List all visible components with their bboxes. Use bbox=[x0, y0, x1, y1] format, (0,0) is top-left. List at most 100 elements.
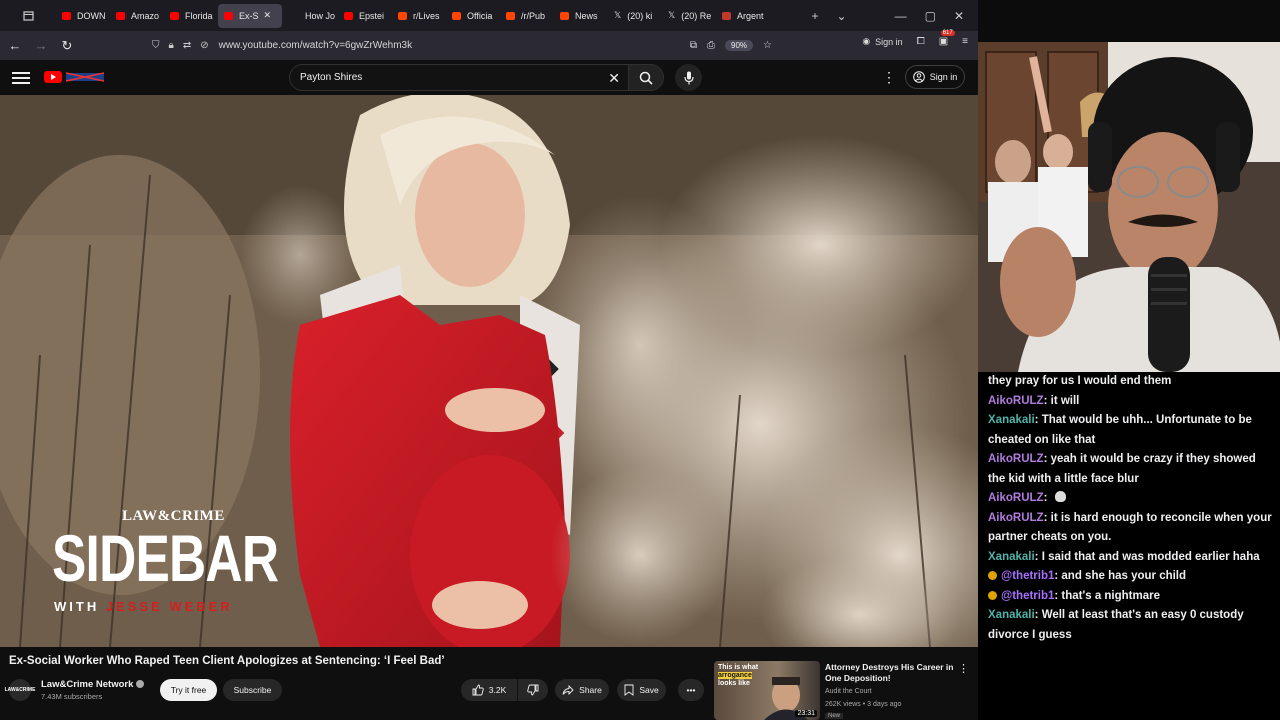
youtube-signin-button[interactable]: Sign in bbox=[905, 65, 965, 89]
browser-tab[interactable]: Epstei bbox=[338, 4, 390, 28]
channel-avatar[interactable]: LAW&CRIME bbox=[5, 679, 35, 701]
chat-username[interactable]: Xanakali bbox=[988, 609, 1035, 621]
recommended-channel-name[interactable]: Audit the Court bbox=[825, 688, 872, 695]
tab-favicon-icon bbox=[506, 11, 515, 20]
tab-favicon-icon bbox=[290, 11, 299, 20]
reload-button[interactable]: ↻ bbox=[54, 33, 80, 59]
app-menu-icon[interactable]: ≡ bbox=[962, 36, 968, 47]
browser-tab[interactable]: Ex-S ✕ bbox=[218, 3, 282, 28]
tab-overview-button[interactable] bbox=[0, 0, 56, 31]
chat-username[interactable]: AikoRULZ bbox=[988, 395, 1044, 407]
tab-favicon-icon bbox=[344, 11, 353, 20]
permissions-icon[interactable]: ⇄ bbox=[183, 40, 191, 51]
close-tab-icon[interactable]: ✕ bbox=[264, 10, 272, 21]
chat-username[interactable]: AikoRULZ bbox=[988, 492, 1044, 504]
dislike-button[interactable] bbox=[518, 679, 548, 701]
youtube-logo[interactable] bbox=[44, 70, 108, 84]
close-window-button[interactable]: ✕ bbox=[954, 9, 964, 23]
recommended-more-icon[interactable]: ⋮ bbox=[958, 662, 969, 675]
subscribe-button[interactable]: Subscribe bbox=[223, 679, 282, 701]
chat-username[interactable]: AikoRULZ bbox=[988, 512, 1044, 524]
shield-icon[interactable]: ⛉ bbox=[152, 40, 160, 51]
extensions-icon[interactable]: ⧠ bbox=[917, 36, 925, 47]
recommended-video-thumbnail[interactable]: This is what arrogance looks like 23:31 bbox=[714, 661, 820, 720]
minimize-button[interactable]: — bbox=[895, 9, 907, 23]
chat-message: @thetrib1: and she has your child bbox=[988, 567, 1276, 587]
chat-message: AikoRULZ: yeah it would be crazy if they… bbox=[988, 450, 1276, 489]
browser-tab[interactable]: /r/Pub bbox=[500, 4, 552, 28]
chat-username[interactable]: AikoRULZ bbox=[988, 453, 1044, 465]
share-button[interactable]: Share bbox=[555, 679, 609, 701]
search-input[interactable]: Payton Shires ✕ bbox=[289, 64, 629, 91]
browser-tab[interactable]: Amazo bbox=[110, 4, 162, 28]
overlay-show-subtitle: WITH JESSE WEBER bbox=[54, 599, 233, 614]
picture-in-picture-icon[interactable]: ⧉ bbox=[690, 40, 697, 51]
browser-tab[interactable]: DOWN bbox=[56, 4, 108, 28]
url-bar[interactable]: ⛉ 🔒︎ ⇄ ⊘ www.youtube.com/watch?v=6gwZrWe… bbox=[152, 34, 772, 57]
guide-menu-button[interactable] bbox=[12, 69, 30, 85]
chat-message: AikoRULZ: it will bbox=[988, 392, 1276, 412]
extension-badge-icon[interactable]: ▣ 617 bbox=[939, 30, 955, 47]
webcam-feed-image bbox=[978, 42, 1280, 372]
search-button[interactable] bbox=[628, 64, 664, 91]
browser-tab[interactable]: r/Lives bbox=[392, 4, 444, 28]
tab-favicon-icon bbox=[170, 11, 179, 20]
video-player[interactable]: LAW&CRIME SIDEBAR WITH JESSE WEBER bbox=[0, 95, 978, 647]
search-icon bbox=[639, 71, 653, 85]
tab-label: r/Lives bbox=[413, 10, 440, 21]
browser-tab[interactable]: How Jo bbox=[284, 4, 336, 28]
chat-message: Xanakali: That would be uhh... Unfortuna… bbox=[988, 411, 1276, 450]
tab-label: Amazo bbox=[131, 10, 160, 21]
url-text[interactable]: www.youtube.com/watch?v=6gwZrWehm3k bbox=[219, 40, 413, 51]
channel-name[interactable]: Law&Crime Network bbox=[41, 679, 145, 690]
like-button[interactable]: 3.2K bbox=[461, 679, 517, 701]
tab-favicon-icon bbox=[398, 11, 407, 20]
tab-favicon-icon bbox=[116, 11, 125, 20]
tab-label: /r/Pub bbox=[521, 10, 546, 21]
new-tab-button[interactable]: + bbox=[812, 9, 819, 23]
chat-text: : and she has your child bbox=[1054, 570, 1187, 582]
recommended-video-title[interactable]: Attorney Destroys His Career in One Depo… bbox=[825, 662, 955, 684]
subscriber-count: 7.43M subscribers bbox=[41, 692, 103, 701]
account-icon: ◉ bbox=[862, 36, 871, 46]
chat-message: Xanakali: Well at least that's an easy 0… bbox=[988, 606, 1276, 645]
tab-favicon-icon bbox=[224, 11, 233, 20]
browser-tab[interactable]: 𝕏 (20) ki bbox=[608, 4, 660, 28]
x-logo-icon: 𝕏 bbox=[668, 10, 676, 20]
browser-tab[interactable]: Argent bbox=[716, 4, 768, 28]
tab-list-chevron-icon[interactable]: ⌄ bbox=[837, 9, 847, 23]
chat-message: @thetrib1: that's a nightmare bbox=[988, 587, 1276, 607]
more-horizontal-icon: ••• bbox=[686, 685, 696, 695]
tab-label: (20) ki bbox=[627, 10, 653, 21]
screenshot-icon[interactable]: ⎙ bbox=[707, 40, 715, 51]
autoplay-blocked-icon[interactable]: ⊘ bbox=[200, 40, 208, 51]
browser-tab[interactable]: 𝕏 (20) Re bbox=[662, 4, 714, 28]
search-query-text[interactable]: Payton Shires bbox=[300, 72, 362, 83]
lock-icon[interactable]: 🔒︎ bbox=[169, 40, 174, 51]
like-count: 3.2K bbox=[488, 685, 507, 695]
chat-username[interactable]: @thetrib1 bbox=[1001, 570, 1054, 582]
try-it-free-button[interactable]: Try it free bbox=[160, 679, 217, 701]
tab-label: Officia bbox=[467, 10, 493, 21]
browser-tab[interactable]: Officia bbox=[446, 4, 498, 28]
more-actions-button[interactable]: ••• bbox=[678, 679, 704, 701]
tab-favicon-icon bbox=[62, 11, 71, 20]
forward-button[interactable]: → bbox=[28, 33, 54, 59]
back-button[interactable]: ← bbox=[2, 33, 28, 59]
voice-search-button[interactable] bbox=[675, 64, 702, 91]
browser-tab[interactable]: News bbox=[554, 4, 606, 28]
chat-username[interactable]: Xanakali bbox=[988, 414, 1035, 426]
tab-label: Epstei bbox=[359, 10, 385, 21]
settings-more-icon[interactable]: ⋮ bbox=[882, 69, 896, 86]
chat-username[interactable]: @thetrib1 bbox=[1001, 590, 1054, 602]
chat-message: AikoRULZ: bbox=[988, 489, 1276, 509]
browser-tab[interactable]: Florida bbox=[164, 4, 216, 28]
bookmark-star-icon[interactable]: ☆ bbox=[763, 40, 772, 51]
recommended-video-meta: 262K views • 3 days ago bbox=[825, 701, 902, 708]
chat-username[interactable]: Xanakali bbox=[988, 551, 1035, 563]
clear-search-icon[interactable]: ✕ bbox=[608, 70, 620, 87]
save-button[interactable]: Save bbox=[617, 679, 666, 701]
zoom-level-badge[interactable]: 90% bbox=[725, 40, 754, 51]
maximize-button[interactable]: ▢ bbox=[925, 9, 936, 23]
browser-signin-button[interactable]: ◉ Sign in bbox=[862, 36, 902, 47]
